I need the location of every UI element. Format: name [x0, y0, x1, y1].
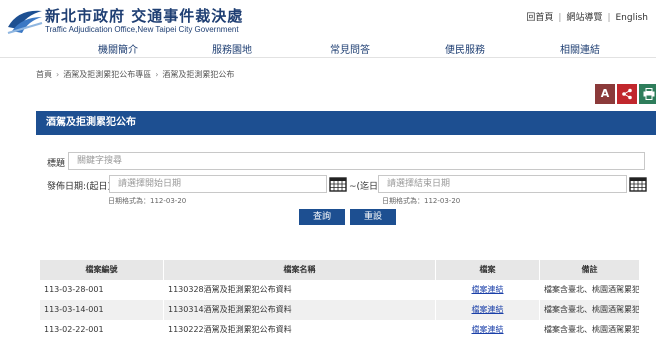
table-row: 113-03-14-001 1130314酒駕及拒測累犯公布資料 檔案連結 檔案…: [40, 300, 640, 320]
file-name: 1130328酒駕及拒測累犯公布資料: [164, 280, 436, 300]
chevron-right-icon: ›: [155, 70, 159, 79]
header-file-name: 檔案名稱: [164, 260, 436, 280]
site-header: 新北市政府 交通事件裁決處 Traffic Adjudication Offic…: [0, 0, 656, 38]
remark: 檔案含臺北、桃園酒駕累犯公布連結: [540, 280, 640, 300]
share-button[interactable]: [617, 84, 637, 104]
share-icon: [622, 88, 632, 100]
file-cell: 檔案連結: [436, 300, 540, 320]
file-number: 113-02-22-001: [40, 320, 164, 340]
title-search-input[interactable]: 關鍵字搜尋: [68, 152, 645, 170]
breadcrumb-current[interactable]: 酒駕及拒測累犯公布: [162, 70, 234, 79]
title-label: 標題: [47, 159, 66, 169]
nav-item-links[interactable]: 相關連結: [560, 41, 600, 56]
header-file: 檔案: [436, 260, 540, 280]
end-date-hint: 日期格式為：112-03-20: [382, 197, 461, 205]
table-header-row: 檔案編號 檔案名稱 檔案 備註: [40, 260, 640, 280]
site-title[interactable]: 新北市政府 交通事件裁決處: [45, 5, 243, 26]
header-file-number: 檔案編號: [40, 260, 164, 280]
calendar-icon[interactable]: [329, 176, 347, 192]
sitemap-link[interactable]: 網站導覽: [566, 13, 602, 23]
breadcrumb: 首頁 › 酒駕及拒測累犯公布專區 › 酒駕及拒測累犯公布: [36, 69, 234, 80]
remark: 檔案含臺北、桃園酒駕累犯公布連結: [540, 300, 640, 320]
end-date-input[interactable]: 請選擇結束日期: [378, 175, 627, 193]
top-links: 回首頁 | 網站導覽 | English: [526, 10, 648, 23]
font-size-button[interactable]: A: [595, 84, 615, 104]
file-number: 113-03-14-001: [40, 300, 164, 320]
print-icon: [643, 88, 655, 100]
reset-button[interactable]: 重設: [350, 209, 396, 225]
to-date-label: ~(迄日): [349, 182, 382, 192]
query-button[interactable]: 查詢: [299, 209, 345, 225]
nav-item-services[interactable]: 服務園地: [212, 41, 252, 56]
nav-item-faq[interactable]: 常見問答: [330, 41, 370, 56]
city-logo-icon[interactable]: [6, 5, 44, 35]
file-link[interactable]: 檔案連結: [472, 285, 504, 294]
file-link[interactable]: 檔案連結: [472, 305, 504, 314]
remark: 檔案含臺北、桃園酒駕累犯公布連結: [540, 320, 640, 340]
table-row: 113-02-22-001 1130222酒駕及拒測累犯公布資料 檔案連結 檔案…: [40, 320, 640, 340]
start-date-input[interactable]: 請選擇開始日期: [109, 175, 327, 193]
english-link[interactable]: English: [616, 13, 649, 23]
home-link[interactable]: 回首頁: [526, 13, 553, 23]
date-label: 發佈日期:(起日): [47, 182, 112, 192]
page-title: 酒駕及拒測累犯公布: [36, 111, 656, 135]
main-nav: 機關簡介 服務園地 常見問答 便民服務 相關連結: [0, 38, 656, 58]
site-subtitle: Traffic Adjudication Office,New Taipei C…: [45, 25, 239, 34]
file-name: 1130222酒駕及拒測累犯公布資料: [164, 320, 436, 340]
file-link[interactable]: 檔案連結: [472, 325, 504, 334]
breadcrumb-home[interactable]: 首頁: [36, 70, 52, 79]
separator: |: [558, 13, 562, 23]
nav-item-about[interactable]: 機關簡介: [98, 41, 138, 56]
nav-item-convenience[interactable]: 便民服務: [445, 41, 485, 56]
separator: |: [607, 13, 611, 23]
calendar-icon[interactable]: [629, 176, 647, 192]
start-date-hint: 日期格式為：112-03-20: [108, 197, 187, 205]
file-name: 1130314酒駕及拒測累犯公布資料: [164, 300, 436, 320]
header-remark: 備註: [540, 260, 640, 280]
breadcrumb-section[interactable]: 酒駕及拒測累犯公布專區: [63, 70, 151, 79]
file-cell: 檔案連結: [436, 320, 540, 340]
file-cell: 檔案連結: [436, 280, 540, 300]
table-row: 113-03-28-001 1130328酒駕及拒測累犯公布資料 檔案連結 檔案…: [40, 280, 640, 300]
print-button[interactable]: [639, 84, 656, 104]
chevron-right-icon: ›: [56, 70, 60, 79]
file-number: 113-03-28-001: [40, 280, 164, 300]
